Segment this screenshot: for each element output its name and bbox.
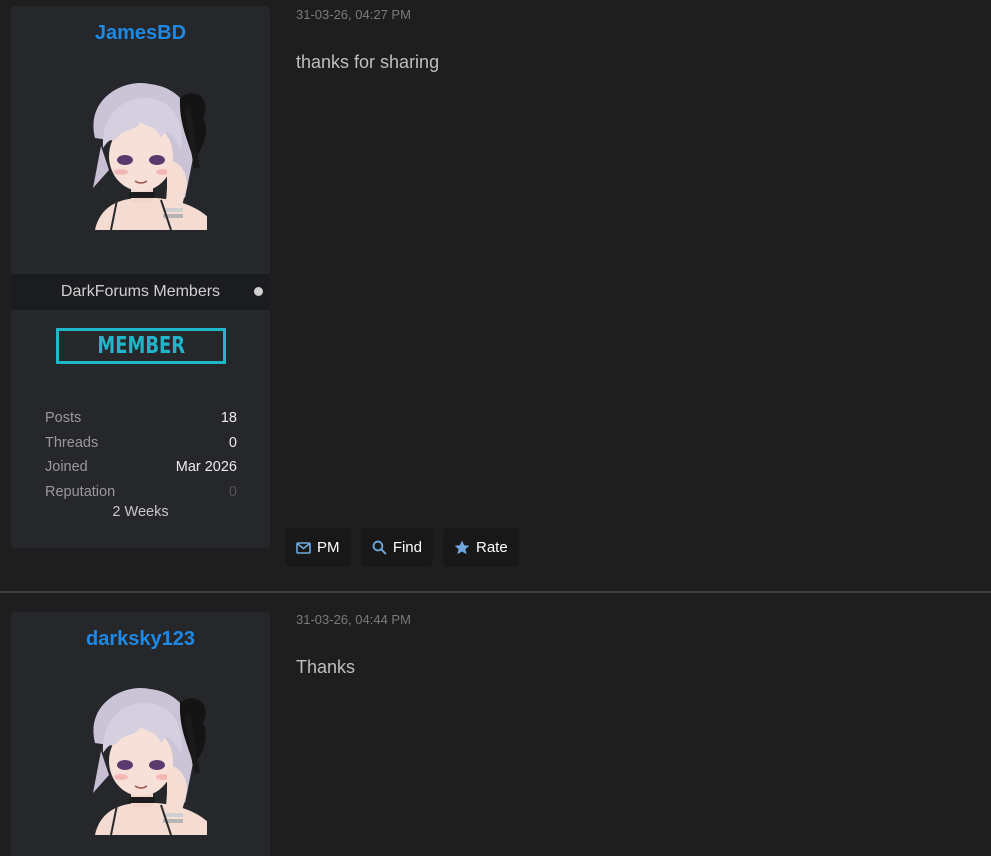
pm-button[interactable]: PM [285,528,351,567]
stat-value[interactable]: 0 [229,484,237,500]
user-avatar[interactable] [75,683,207,835]
author-stats: Posts 18 Threads 0 Joined Mar 2026 Reput… [45,406,237,504]
online-status-dot-icon [254,287,263,296]
member-badge-label: MEMBER [97,333,185,359]
post-actions: PM Find Rate [285,528,519,567]
post-message: Thanks [296,657,356,677]
author-card: darksky123 [11,612,270,856]
author-username[interactable]: darksky123 [11,628,270,651]
post-message: thanks for sharing [296,52,440,72]
stat-reputation: Reputation 0 [45,480,237,505]
stat-value: Mar 2026 [175,459,237,476]
post-date[interactable]: 31-03-26, 04:27 PM [296,7,411,22]
user-group-bar: DarkForums Members [11,274,270,310]
post: JamesBD DarkForums Members MEMBER Posts … [0,0,991,591]
post-date[interactable]: 31-03-26, 04:44 PM [296,612,411,627]
user-group: DarkForums Members [60,283,221,300]
user-avatar[interactable] [75,78,207,230]
find-button-label: Find [392,539,422,556]
rate-button-label: Rate [476,539,508,556]
stat-label: Joined [45,459,88,476]
search-icon [372,540,387,555]
member-badge: MEMBER [56,328,226,364]
stat-joined: Joined Mar 2026 [45,455,237,480]
find-button[interactable]: Find [361,528,433,567]
author-username[interactable]: JamesBD [11,22,270,45]
star-icon [454,540,470,555]
author-card: JamesBD DarkForums Members MEMBER Posts … [11,6,270,548]
stat-threads: Threads 0 [45,431,237,456]
pm-button-label: PM [317,539,340,556]
stat-label: Reputation [45,483,116,500]
stat-value: 0 [228,434,237,451]
rate-button[interactable]: Rate [443,528,519,567]
stat-value: 18 [220,410,237,427]
stat-posts: Posts 18 [45,406,237,431]
stat-label: Threads [45,434,99,451]
post: darksky123 31-03-26, 04:44 PM Thanks [0,593,991,856]
stat-label: Posts [45,410,82,427]
envelope-icon [296,541,311,554]
active-time: 2 Weeks [112,504,169,520]
